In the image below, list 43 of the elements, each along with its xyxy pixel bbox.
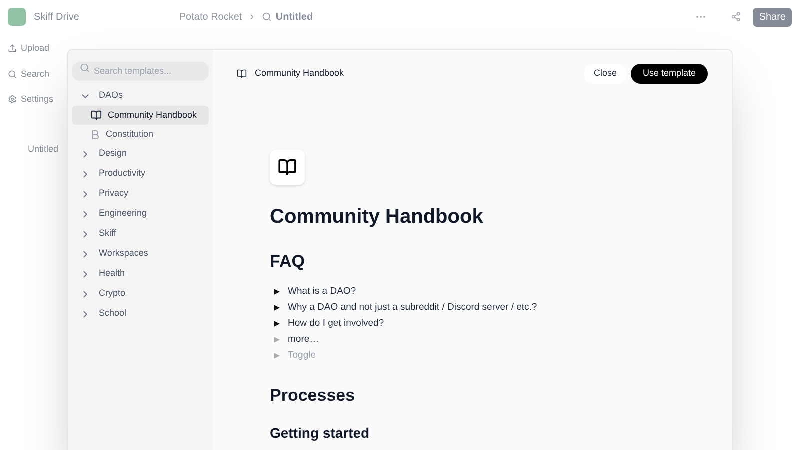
triangle-icon[interactable] [274, 305, 280, 311]
category-item[interactable]: Skiff [72, 224, 209, 244]
tree-item[interactable]: Untitled [8, 142, 59, 156]
search-icon [80, 62, 90, 72]
toggle-text: Toggle [288, 348, 316, 363]
search-field[interactable]: Search templates... [72, 62, 209, 80]
category-item[interactable]: Workspaces [72, 244, 209, 264]
book-icon [91, 110, 102, 121]
book-icon [237, 69, 247, 79]
category-item[interactable]: Productivity [72, 164, 209, 184]
category-item[interactable]: Privacy [72, 184, 209, 204]
share-icon[interactable] [731, 12, 742, 22]
app-logo [8, 8, 26, 26]
toggle-text: Why a DAO and not just a subreddit / Discord server / etc.? [288, 300, 538, 315]
section-heading: FAQ [270, 252, 306, 272]
book-icon [278, 158, 297, 177]
close-button[interactable]: Close [584, 64, 627, 84]
category-item[interactable]: DAOs [72, 86, 209, 106]
category-item[interactable]: Crypto [72, 284, 209, 304]
category-item[interactable]: Engineering [72, 204, 209, 224]
settings-icon [8, 95, 17, 104]
subsection-heading: Getting started [270, 424, 371, 442]
toggle-text: How do I get involved? [288, 316, 384, 331]
toggle-text: more… [288, 332, 320, 347]
search-icon [262, 12, 272, 22]
triangle-icon[interactable] [274, 289, 280, 295]
template-title: Community Handbook [255, 67, 344, 80]
search-icon [8, 70, 17, 79]
document-title: Community Handbook [270, 205, 484, 230]
triangle-icon[interactable] [274, 321, 280, 327]
category-item[interactable]: School [72, 304, 209, 324]
category-item[interactable]: Health [72, 264, 209, 284]
template-item[interactable]: Community Handbook [72, 106, 209, 125]
nav-item[interactable]: Settings [8, 93, 54, 106]
toggle-text: What is a DAO? [288, 284, 356, 299]
template-item[interactable]: Constitution [72, 125, 209, 144]
section-heading: Processes [270, 386, 356, 406]
letter-b-icon [91, 130, 100, 140]
upload-icon [8, 44, 17, 54]
app-title: Skiff Drive [34, 10, 80, 24]
breadcrumb-separator: › [250, 10, 254, 25]
category-item[interactable]: Design [72, 144, 209, 164]
use-template-button[interactable]: Use template [630, 64, 708, 84]
